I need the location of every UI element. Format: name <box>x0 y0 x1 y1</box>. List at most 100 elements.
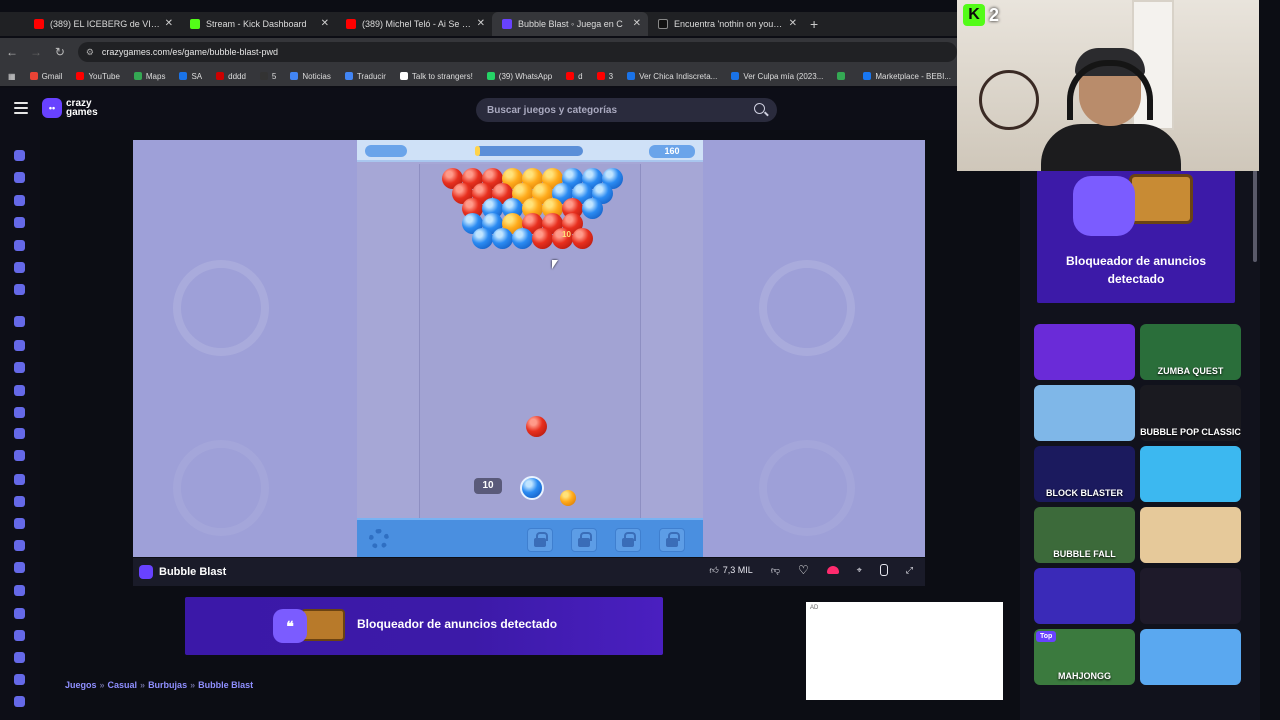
bookmark-item[interactable]: Talk to strangers! <box>399 72 473 81</box>
adventure-icon[interactable] <box>14 340 25 351</box>
report-icon[interactable] <box>826 566 839 574</box>
bookmark-item[interactable]: d <box>566 72 583 81</box>
horror-icon[interactable] <box>14 630 25 641</box>
site-info-icon[interactable]: ⚙ <box>86 47 96 57</box>
escape-icon[interactable] <box>14 562 25 573</box>
home-icon[interactable] <box>14 150 25 161</box>
url-field[interactable]: ⚙ crazygames.com/es/game/bubble-blast-pw… <box>77 42 957 62</box>
bike-icon[interactable] <box>14 407 25 418</box>
forward-icon[interactable]: → <box>24 45 48 59</box>
driving-icon[interactable] <box>14 540 25 551</box>
trending-icon[interactable] <box>14 217 25 228</box>
bookmark-item[interactable]: Gmail <box>29 72 62 81</box>
game-thumbnail[interactable]: BUBBLE POP CLASSIC <box>1140 385 1241 441</box>
play-area[interactable]: 10 10 <box>419 164 641 518</box>
new-icon[interactable] <box>14 195 25 206</box>
locked-booster-icon[interactable] <box>527 528 553 552</box>
game-thumbnail[interactable] <box>1140 629 1241 685</box>
game-thumbnail[interactable] <box>1034 324 1135 380</box>
new-tab-button[interactable]: + <box>810 16 818 32</box>
bookmark-item[interactable]: (39) WhatsApp <box>486 72 552 81</box>
clicker-icon[interactable] <box>14 496 25 507</box>
io-icon[interactable] <box>14 652 25 663</box>
game-thumbnail[interactable]: Top MAHJONGG <box>1034 629 1135 685</box>
locked-booster-icon[interactable] <box>659 528 685 552</box>
car-icon[interactable] <box>14 428 25 439</box>
crazygames-logo[interactable]: •• crazy games <box>42 98 98 118</box>
action-icon[interactable] <box>14 316 25 327</box>
card-icon[interactable] <box>14 450 25 461</box>
recent-icon[interactable] <box>14 172 25 183</box>
game-thumbnail[interactable]: ZUMBA QUEST <box>1140 324 1241 380</box>
basketball-icon[interactable] <box>14 362 25 373</box>
close-tab-icon[interactable]: ✕ <box>165 18 173 29</box>
search-input[interactable]: Buscar juegos y categorías <box>476 98 777 122</box>
scrollbar[interactable] <box>1253 170 1257 262</box>
game-board[interactable]: 160 10 10 <box>357 140 703 557</box>
game-info-bar: Bubble Blast 👍︎ 7,3 MIL 👎︎ ♡ ⌖ ⤢ <box>133 558 925 586</box>
embed-icon[interactable]: ⌖ <box>857 565 862 576</box>
bookmark-item[interactable]: Noticias <box>290 72 331 81</box>
next-bubble[interactable] <box>560 490 576 506</box>
bookmark-item[interactable]: dddd <box>216 72 246 81</box>
game-thumbnail[interactable] <box>1034 568 1135 624</box>
browser-tab[interactable]: (389) EL ICEBERG de VIDEOS PE ✕ <box>24 12 180 36</box>
game-logo-icon <box>139 565 153 579</box>
close-tab-icon[interactable]: ✕ <box>321 18 329 29</box>
flash-icon[interactable] <box>14 585 25 596</box>
theater-mode-icon[interactable] <box>879 564 888 576</box>
game-thumbnail[interactable] <box>1140 446 1241 502</box>
mahjong-icon[interactable] <box>14 674 25 685</box>
locked-booster-icon[interactable] <box>615 528 641 552</box>
viewer-count: 2 <box>989 4 1000 25</box>
search-icon[interactable] <box>754 103 765 114</box>
bookmark-item[interactable]: SA <box>179 72 202 81</box>
game-thumbnail[interactable] <box>1140 507 1241 563</box>
breadcrumb-link[interactable]: Bubble Blast <box>198 680 253 690</box>
browser-tab[interactable]: Encuentra 'nothin on you trend ✕ <box>648 12 804 36</box>
browser-tab[interactable]: Stream - Kick Dashboard ✕ <box>180 12 336 36</box>
breadcrumb-link[interactable]: Juegos <box>65 680 97 690</box>
apps-icon[interactable]: ▦ <box>8 72 16 81</box>
bookmark-item[interactable] <box>837 72 849 81</box>
fullscreen-icon[interactable]: ⤢ <box>906 565 913 576</box>
like-button[interactable]: 👍︎ 7,3 MIL <box>709 565 752 576</box>
bookmark-item[interactable]: 5 <box>259 72 276 81</box>
bookmark-item[interactable]: Ver Chica Indiscreta... <box>627 72 717 81</box>
casual-icon[interactable] <box>14 474 25 485</box>
settings-gear-icon[interactable] <box>369 529 389 549</box>
beauty-icon[interactable] <box>14 385 25 396</box>
locked-booster-icon[interactable] <box>571 528 597 552</box>
game-thumbnail[interactable]: BUBBLE FALL <box>1034 507 1135 563</box>
game-thumbnail[interactable] <box>1034 385 1135 441</box>
browser-tab[interactable]: (389) Michel Teló - Ai Se Eu Te Pe ✕ <box>336 12 492 36</box>
breadcrumb-link[interactable]: Casual <box>108 680 138 690</box>
game-thumbnail[interactable] <box>1140 568 1241 624</box>
back-icon[interactable]: ← <box>0 45 24 59</box>
close-tab-icon[interactable]: ✕ <box>633 18 641 29</box>
breadcrumb-link[interactable]: Burbujas <box>148 680 187 690</box>
game-frame[interactable]: 160 10 10 <box>133 140 925 557</box>
bookmark-item[interactable]: YouTube <box>76 72 120 81</box>
bookmark-item[interactable]: Ver Culpa mía (2023... <box>731 72 823 81</box>
bookmark-item[interactable]: Traducir <box>344 72 386 81</box>
fps-icon[interactable] <box>14 608 25 619</box>
close-tab-icon[interactable]: ✕ <box>477 18 485 29</box>
browser-tab-active[interactable]: Bubble Blast ◦ Juega en C ✕ <box>492 12 648 36</box>
controller-icon[interactable] <box>14 518 25 529</box>
bookmark-item[interactable]: 3 <box>596 72 613 81</box>
game-thumbnail[interactable]: BLOCK BLASTER <box>1034 446 1135 502</box>
shooter-bubble[interactable] <box>520 476 544 500</box>
home-icon[interactable] <box>14 696 25 707</box>
webcam-overlay: K 2 <box>957 0 1259 171</box>
close-tab-icon[interactable]: ✕ <box>789 18 797 29</box>
dislike-icon[interactable]: 👎︎ <box>771 565 780 576</box>
menu-icon[interactable] <box>14 102 28 114</box>
bookmark-item[interactable]: Maps <box>133 72 165 81</box>
favorite-heart-icon[interactable]: ♡ <box>798 564 809 576</box>
bookmark-item[interactable]: Marketplace - BEBI... <box>863 72 951 81</box>
multiplayer-icon[interactable] <box>14 284 25 295</box>
originals-icon[interactable] <box>14 262 25 273</box>
reload-icon[interactable]: ↻ <box>48 45 72 59</box>
updated-icon[interactable] <box>14 240 25 251</box>
